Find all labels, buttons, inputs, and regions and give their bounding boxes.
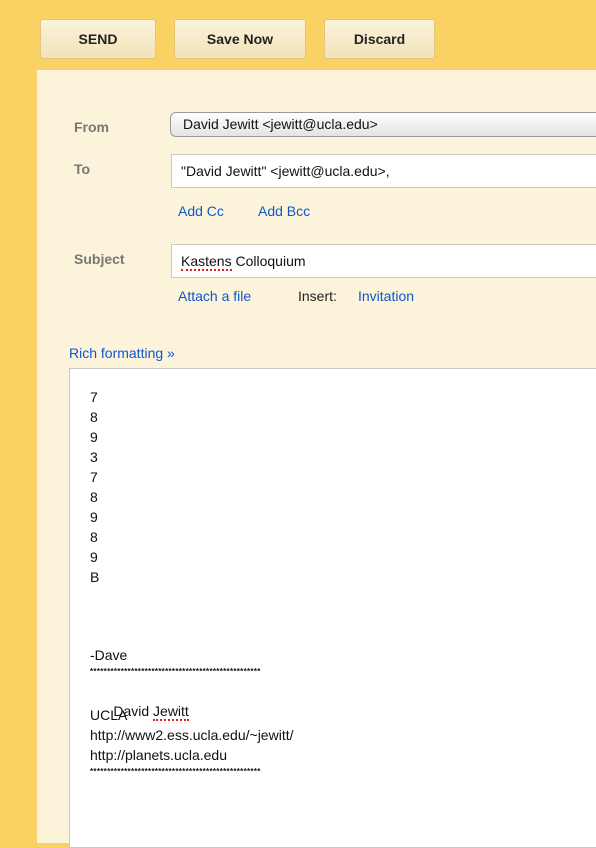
compose-panel: From David Jewitt <jewitt@ucla.edu> To "… (37, 70, 596, 848)
signature-url-1: http://www2.ess.ucla.edu/~jewitt/ (90, 727, 294, 743)
body-line: 9 (90, 429, 98, 445)
subject-label: Subject (74, 251, 125, 267)
body-line: 9 (90, 549, 98, 565)
body-line: 8 (90, 529, 98, 545)
body-line: 7 (90, 469, 98, 485)
signature-url-2: http://planets.ucla.edu (90, 747, 227, 763)
rich-formatting-link[interactable]: Rich formatting » (69, 345, 175, 361)
subject-misspelled-word: Kastens (181, 253, 232, 271)
body-line: 8 (90, 489, 98, 505)
subject-rest: Colloquium (231, 253, 306, 269)
signature-divider-bottom: ****************************************… (90, 767, 261, 776)
body-line: 3 (90, 449, 98, 465)
signoff: -Dave (90, 647, 128, 663)
send-button[interactable]: SEND (40, 19, 156, 59)
from-select[interactable]: David Jewitt <jewitt@ucla.edu> (170, 112, 596, 137)
add-cc-link[interactable]: Add Cc (178, 203, 224, 219)
to-label: To (74, 161, 91, 177)
message-body[interactable]: 7 8 9 3 7 8 9 8 9 B -Dave **************… (69, 368, 596, 848)
save-now-button[interactable]: Save Now (174, 19, 306, 59)
signature-org: UCLA (90, 707, 128, 723)
discard-button[interactable]: Discard (324, 19, 435, 59)
invitation-link[interactable]: Invitation (358, 288, 414, 304)
body-line: 8 (90, 409, 98, 425)
body-line: 7 (90, 389, 98, 405)
body-line: B (90, 569, 100, 585)
body-line: 9 (90, 509, 98, 525)
subject-field[interactable]: Kastens Colloquium (171, 244, 596, 278)
signature-last-name: Jewitt (153, 703, 189, 721)
toolbar: SEND Save Now Discard (0, 0, 596, 70)
attach-file-link[interactable]: Attach a file (178, 288, 251, 304)
signature-divider-top: ****************************************… (90, 667, 261, 676)
to-field[interactable]: "David Jewitt" <jewitt@ucla.edu>, (171, 154, 596, 188)
add-bcc-link[interactable]: Add Bcc (258, 203, 310, 219)
from-label: From (74, 119, 109, 135)
insert-label: Insert: (298, 288, 337, 304)
